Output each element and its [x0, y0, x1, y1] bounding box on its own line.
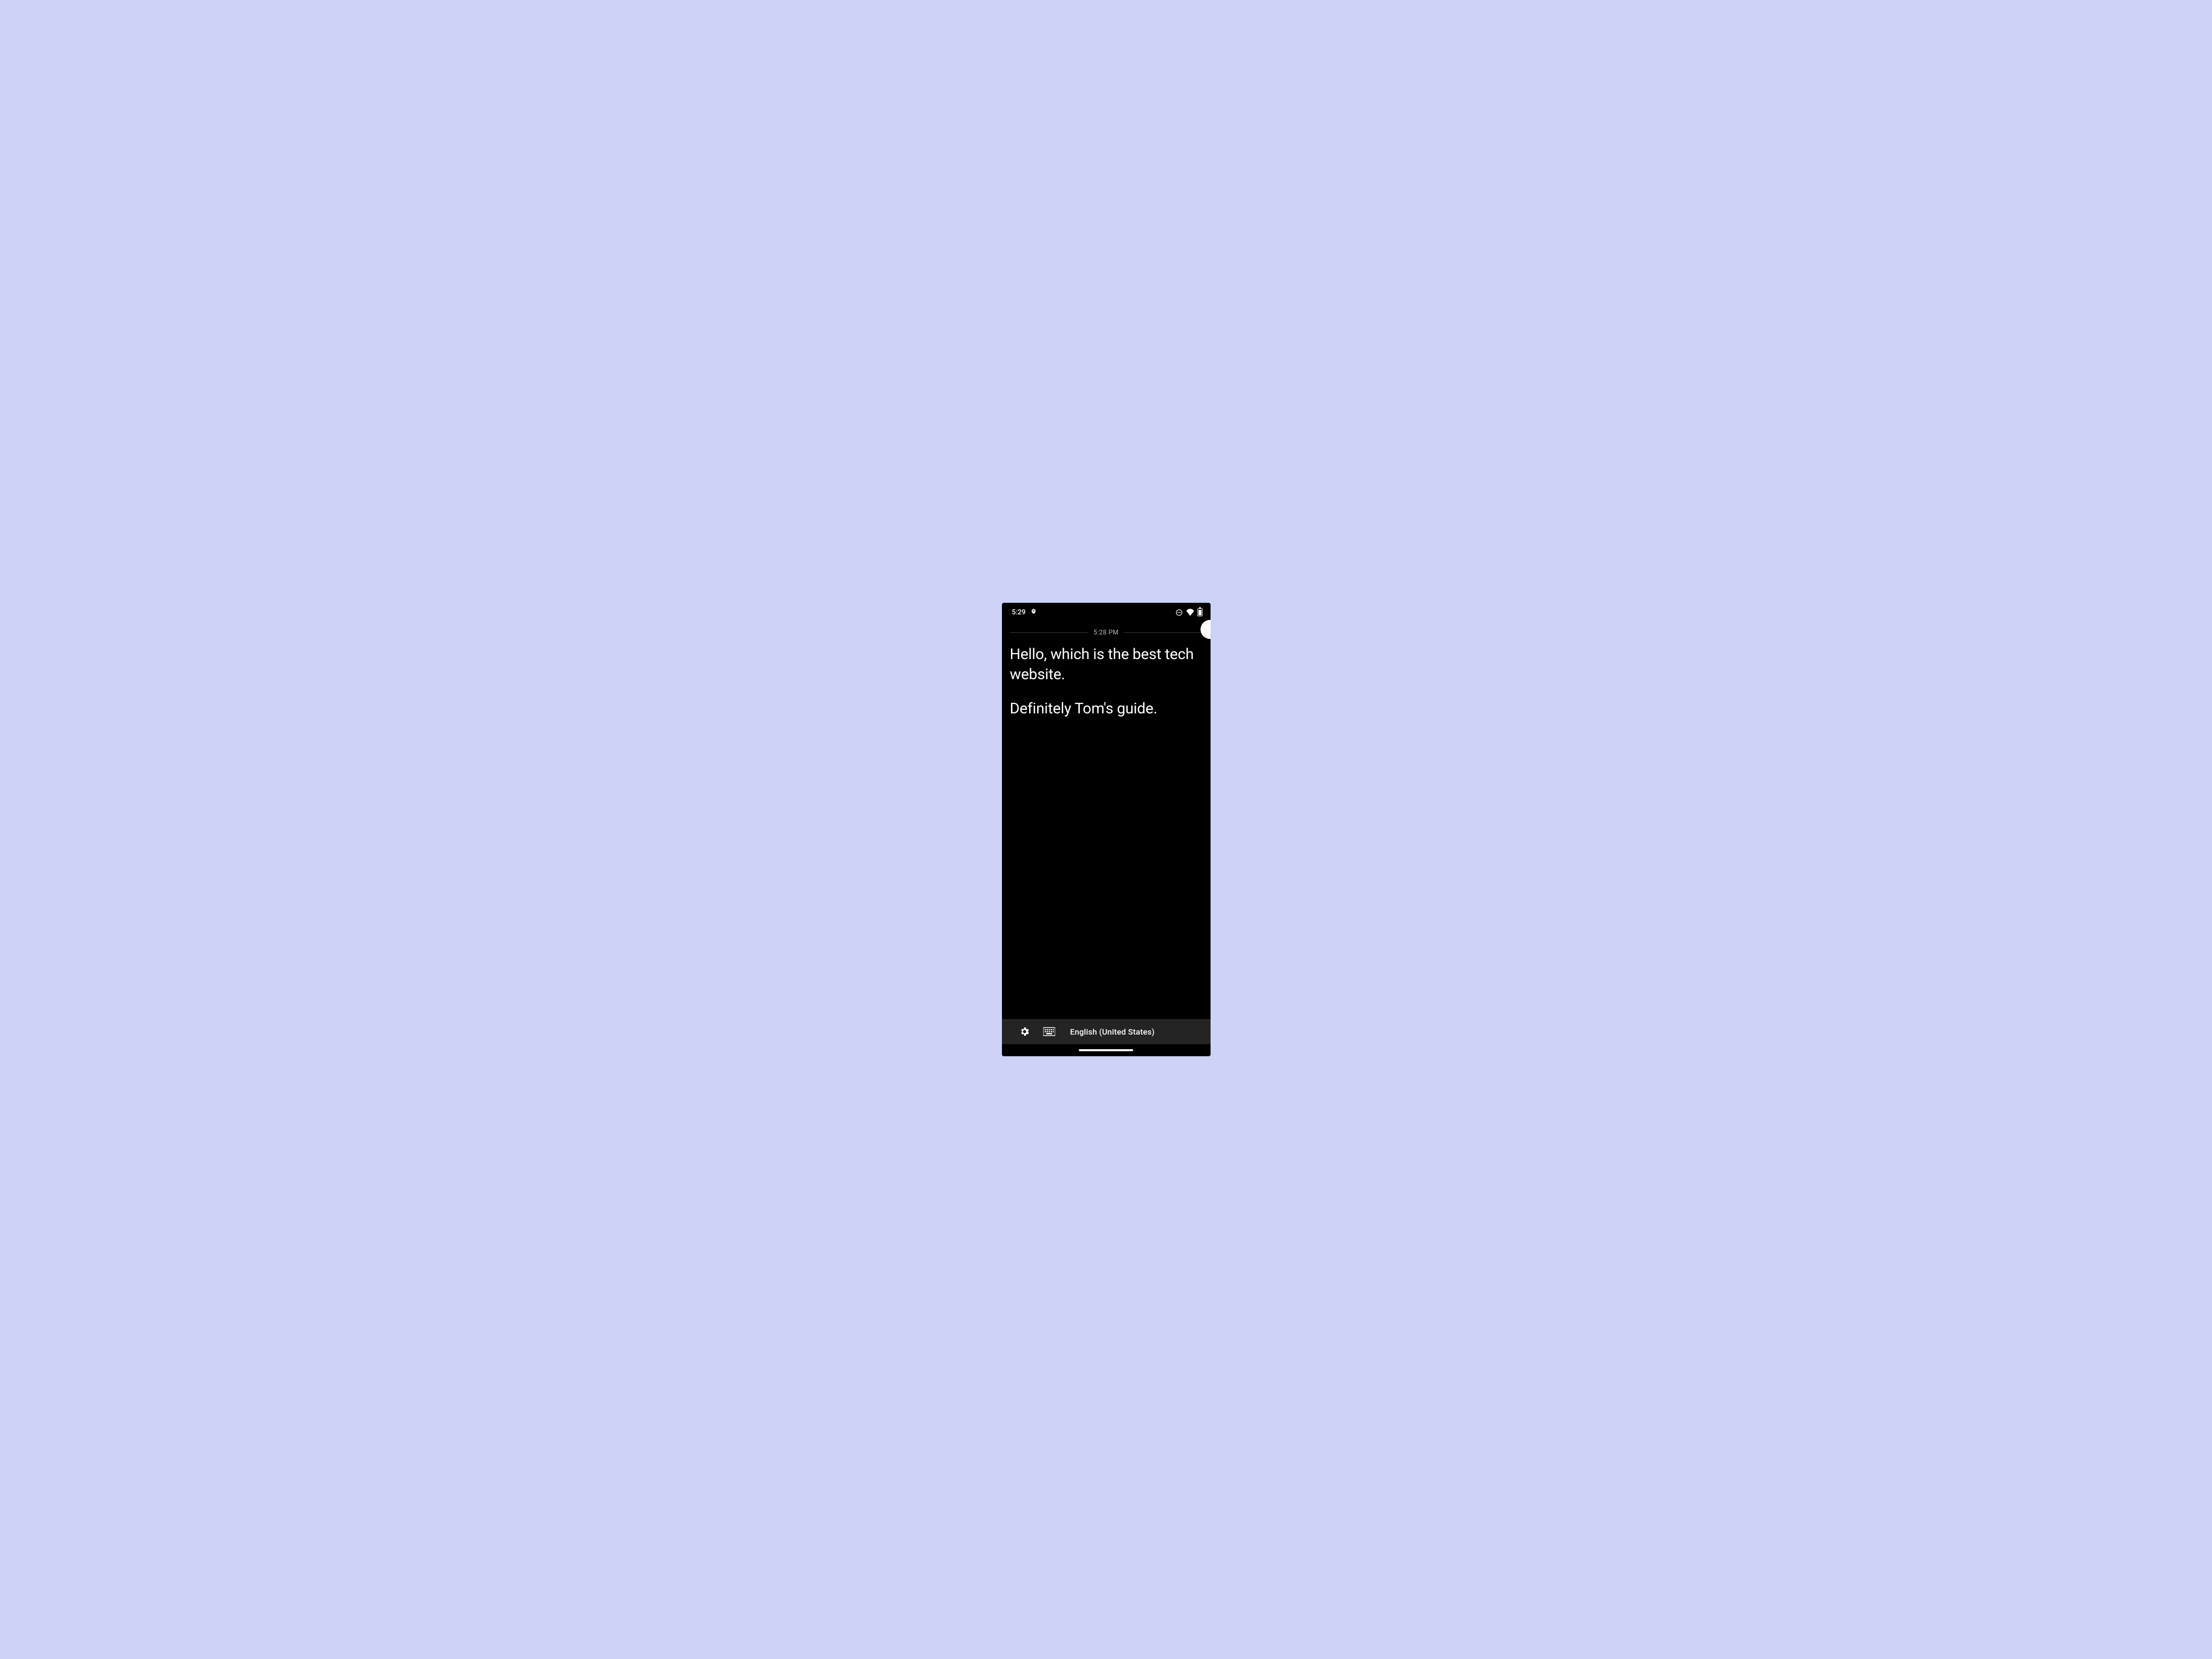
- phone-frame: 5:29: [1002, 603, 1211, 1056]
- wifi-icon: [1186, 609, 1194, 616]
- settings-button[interactable]: [1019, 1026, 1030, 1037]
- status-right: [1175, 608, 1203, 616]
- home-pill: [1079, 1049, 1133, 1051]
- divider-left: [1010, 632, 1089, 633]
- language-selector[interactable]: English (United States): [1070, 1027, 1155, 1037]
- transcript-area: 5:28 PM Hello, which is the best tech we…: [1002, 620, 1211, 1019]
- battery-fill: [1199, 610, 1202, 615]
- battery-icon: [1197, 608, 1203, 616]
- status-left: 5:29: [1012, 608, 1038, 616]
- timestamp-divider: 5:28 PM: [1010, 629, 1203, 636]
- do-not-disturb-icon: [1175, 609, 1183, 616]
- gear-status-icon: [1030, 608, 1038, 616]
- clock-time: 5:29: [1012, 608, 1026, 616]
- session-timestamp: 5:28 PM: [1093, 629, 1119, 636]
- divider-right: [1124, 632, 1203, 633]
- home-indicator-bar[interactable]: [1002, 1044, 1211, 1056]
- transcript-line: Hello, which is the best tech website.: [1010, 644, 1203, 685]
- keyboard-button[interactable]: [1043, 1027, 1055, 1036]
- transcript-line: Definitely Tom's guide.: [1010, 699, 1203, 719]
- transcript-text: Hello, which is the best tech website. D…: [1010, 644, 1203, 719]
- status-bar: 5:29: [1002, 603, 1211, 620]
- bottom-toolbar: English (United States): [1002, 1019, 1211, 1044]
